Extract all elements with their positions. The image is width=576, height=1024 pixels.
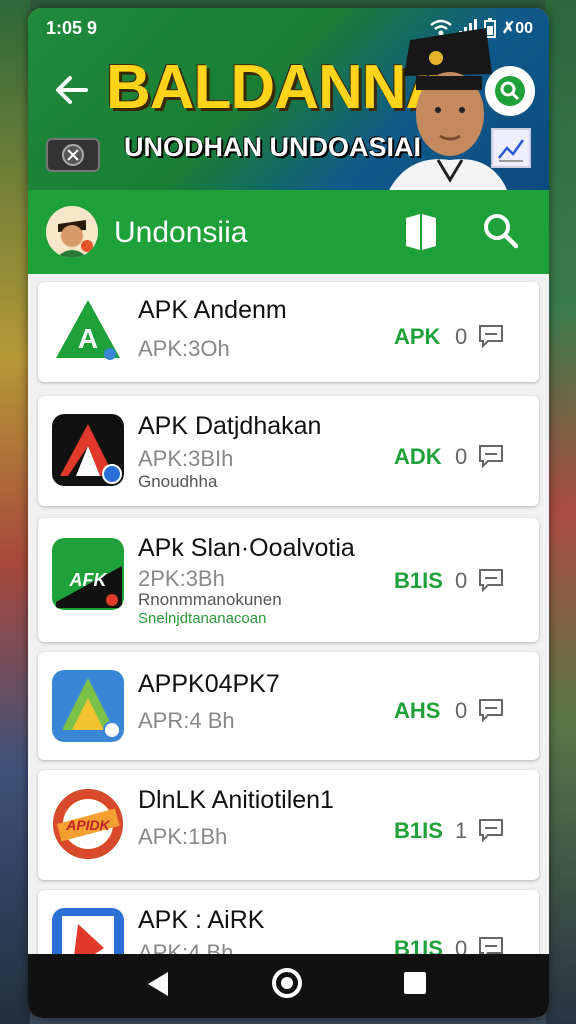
app-icon — [52, 670, 124, 742]
comment-count: 0 — [455, 698, 468, 723]
app-size: 2PK:3Bh — [138, 566, 225, 591]
arrow-left-icon[interactable] — [52, 70, 92, 110]
comment-count: 1 — [455, 818, 468, 843]
status-badge: APK — [394, 324, 441, 349]
comment-icon[interactable] — [478, 698, 504, 722]
list-item[interactable]: APPK04PK7 APR:4 Bh AHS 0 — [38, 652, 539, 760]
phone-screen: 1:05 9 ✗00 BALDANNA UNODHAN UNDOASIAI Un… — [28, 8, 549, 1018]
app-size: APK:3BIh — [138, 446, 234, 471]
app-name: APK : AiRK — [138, 906, 265, 934]
app-name: DlnLK Anitiotilen1 — [138, 786, 334, 814]
list-item[interactable]: AFK APk Slan·Ooalvotia 2PK:3Bh Rnonmmano… — [38, 518, 539, 642]
status-badge: B1IS — [394, 936, 443, 954]
status-badge: B1IS — [394, 818, 443, 843]
status-badge: ADK — [394, 444, 442, 469]
status-time: 1:05 9 — [46, 18, 98, 38]
app-bar: Undonsiia — [28, 190, 549, 274]
app-developer: Rnonmmanokunen — [138, 590, 282, 609]
nav-recents-icon[interactable] — [404, 972, 426, 994]
list-item[interactable]: APIDK DlnLK Anitiotilen1 APK:1Bh B1IS 1 — [38, 770, 539, 880]
comment-icon[interactable] — [478, 444, 504, 468]
app-size: APR:4 Bh — [138, 708, 235, 733]
comment-icon[interactable] — [478, 568, 504, 592]
shield-icon[interactable] — [485, 66, 535, 116]
app-icon: A — [56, 300, 120, 360]
banner-subtitle: UNODHAN UNDOASIAI — [124, 132, 421, 162]
comment-icon[interactable] — [478, 936, 504, 954]
navigation-bar — [28, 954, 549, 1018]
app-icon — [52, 908, 124, 954]
comment-count: 0 — [455, 568, 468, 593]
nav-back-icon[interactable] — [144, 970, 172, 998]
list-item[interactable]: APK Datjdhakan APK:3BIh Gnoudhha ADK 0 — [38, 396, 539, 506]
app-bar-title: Undonsiia — [114, 216, 248, 249]
camera-icon — [46, 138, 100, 172]
svg-text:AFK: AFK — [69, 570, 109, 590]
app-developer: Gnoudhha — [138, 472, 218, 491]
document-icon — [491, 128, 531, 168]
app-size: APK:1Bh — [138, 824, 228, 849]
nav-home-icon[interactable] — [272, 968, 302, 998]
app-icon — [52, 414, 124, 486]
app-name: APk Slan·Ooalvotia — [138, 534, 355, 562]
background-right — [546, 0, 576, 1024]
comment-count: 0 — [455, 936, 468, 954]
comment-icon[interactable] — [478, 324, 504, 348]
comment-icon[interactable] — [478, 818, 504, 842]
app-icon: AFK — [52, 538, 124, 610]
app-icon: APIDK — [53, 789, 123, 859]
app-name: APK Andenm — [138, 296, 287, 324]
avatar[interactable] — [46, 206, 98, 258]
app-category: Snelnjdtananacoan — [138, 610, 267, 627]
status-badge: AHS — [394, 698, 441, 723]
app-size: APK:3Oh — [138, 336, 230, 361]
svg-text:APIDK: APIDK — [65, 817, 110, 833]
app-size: APK:4 Bh — [138, 940, 234, 954]
bookmark-icon[interactable] — [404, 212, 438, 252]
app-name: APPK04PK7 — [138, 670, 280, 698]
svg-text:A: A — [78, 323, 98, 354]
app-list: A APK Andenm APK:3Oh APK 0 APK Datjdhaka… — [28, 274, 549, 954]
list-item[interactable]: APK : AiRK APK:4 Bh B1IS 0 — [38, 890, 539, 954]
comment-count: 0 — [455, 444, 468, 469]
app-name: APK Datjdhakan — [138, 412, 322, 440]
status-badge: B1IS — [394, 568, 443, 593]
background-left — [0, 0, 30, 1024]
comment-count: 0 — [455, 324, 468, 349]
search-icon[interactable] — [480, 210, 520, 250]
header-banner: 1:05 9 ✗00 BALDANNA UNODHAN UNDOASIAI — [28, 8, 549, 192]
list-item[interactable]: A APK Andenm APK:3Oh APK 0 — [38, 282, 539, 382]
